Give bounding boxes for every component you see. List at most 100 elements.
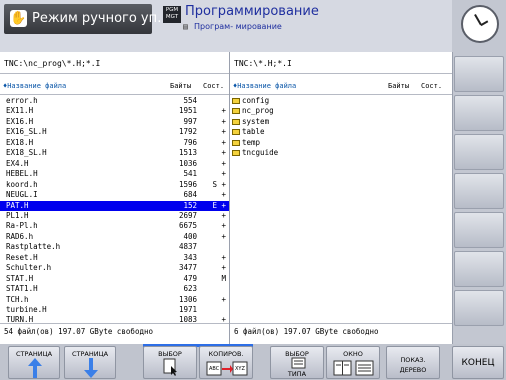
file-row[interactable]: HEBEL.H 541 + — [0, 169, 229, 179]
folder-icon — [232, 98, 240, 104]
file-size: 4837 — [178, 242, 197, 252]
file-row[interactable]: NEUGL.I 684 + — [0, 190, 229, 200]
file-name: NEUGL.I — [6, 190, 38, 200]
end-softkey[interactable]: КОНЕЦ — [452, 346, 504, 379]
file-row[interactable]: STAT.H 479 M — [0, 274, 229, 284]
left-col-name-header[interactable]: ♦Название файла — [3, 82, 66, 93]
clock-icon — [461, 5, 499, 43]
divider — [0, 323, 229, 324]
file-name: HEBEL.H — [6, 169, 38, 179]
file-size: 541 — [183, 169, 197, 179]
file-name: Rastplatte.h — [6, 242, 61, 252]
file-size: 554 — [183, 96, 197, 105]
file-size: 1306 — [178, 294, 197, 304]
dir-name: table — [242, 127, 265, 137]
dir-row[interactable]: nc_prog — [232, 106, 450, 116]
page-up-softkey[interactable]: СТРАНИЦА — [8, 346, 60, 379]
select-file-icon — [163, 358, 177, 376]
window-icon — [333, 360, 374, 376]
vertical-softkey-3[interactable] — [454, 134, 504, 170]
file-name: EX16.H — [6, 116, 34, 126]
select-type-icon — [291, 357, 306, 369]
file-state: S + — [212, 179, 226, 189]
file-row[interactable]: EX16.H 997 + — [0, 117, 229, 127]
dir-row[interactable]: temp — [232, 138, 450, 148]
file-state: + — [221, 158, 226, 168]
dir-row[interactable]: table — [232, 127, 450, 137]
file-state: + — [221, 116, 226, 126]
file-row[interactable]: turbine.H 1971 — [0, 305, 229, 315]
file-row[interactable]: EX4.H 1036 + — [0, 159, 229, 169]
file-state: E + — [212, 200, 226, 210]
page-down-softkey[interactable]: СТРАНИЦА — [64, 346, 116, 379]
right-col-bytes-header[interactable]: Байты — [388, 82, 409, 93]
file-row[interactable]: TURN.H 1083 + — [0, 315, 229, 325]
left-col-bytes-header[interactable]: Байты — [170, 82, 191, 93]
file-row[interactable]: koord.h 1596 S + — [0, 180, 229, 190]
softkey-label: ВЫБОР — [158, 350, 182, 358]
file-name: RAD6.h — [6, 231, 34, 241]
vertical-softkey-7[interactable] — [454, 290, 504, 326]
file-row[interactable]: Schulter.h 3477 + — [0, 263, 229, 273]
file-row[interactable]: STAT1.H 623 — [0, 284, 229, 294]
vertical-softkey-1[interactable] — [454, 56, 504, 92]
file-name: EX11.H — [6, 106, 34, 116]
show-tree-softkey[interactable]: ПОКАЗ. ДЕРЕВО — [386, 346, 440, 379]
copy-softkey[interactable]: КОПИРОВ. ABC XYZ — [199, 346, 253, 379]
dir-row[interactable]: tncguide — [232, 148, 450, 158]
dir-name: nc_prog — [242, 106, 274, 116]
file-row[interactable]: RAD6.h 400 + — [0, 232, 229, 242]
file-size: 997 — [183, 116, 197, 126]
programming-mode-title[interactable]: Программирование — [185, 4, 319, 19]
file-size: 1083 — [178, 315, 197, 325]
select-softkey[interactable]: ВЫБОР — [143, 346, 197, 379]
file-name: Schulter.h — [6, 263, 52, 273]
file-row[interactable]: EX18_SL.H 1513 + — [0, 148, 229, 158]
vertical-softkey-2[interactable] — [454, 95, 504, 131]
pgm-mgt-icon: PGM MGT — [163, 6, 181, 23]
left-status: 54 файл(ов) 197.07 GByte свободно — [4, 327, 154, 336]
file-row[interactable]: Ra-Pl.h 6675 + — [0, 221, 229, 231]
vertical-softkey-5[interactable] — [454, 212, 504, 248]
dir-row[interactable]: system — [232, 117, 450, 127]
file-state: + — [221, 252, 226, 262]
left-col-state-header[interactable]: Сост. — [203, 82, 224, 93]
file-state: + — [221, 231, 226, 241]
vertical-softkey-6[interactable] — [454, 251, 504, 287]
file-row[interactable]: TCH.h 1306 + — [0, 295, 229, 305]
copy-source-label: ABC — [209, 366, 220, 372]
file-size: 796 — [183, 137, 197, 147]
file-row[interactable]: EX18.H 796 + — [0, 138, 229, 148]
file-size: 479 — [183, 273, 197, 283]
right-col-name-header[interactable]: ♦Название файла — [233, 82, 296, 93]
file-row[interactable]: EX11.H 1951 + — [0, 106, 229, 116]
file-size: 623 — [183, 284, 197, 294]
select-type-softkey[interactable]: ВЫБОР ТИПА — [270, 346, 324, 379]
vertical-softkey-4[interactable] — [454, 173, 504, 209]
window-softkey[interactable]: ОКНО — [326, 346, 380, 379]
file-size: 152 — [183, 200, 197, 210]
dir-name: config — [242, 96, 270, 105]
file-row[interactable]: Rastplatte.h 4837 — [0, 242, 229, 252]
file-row[interactable]: Reset.H 343 + — [0, 253, 229, 263]
file-name: STAT.H — [6, 273, 34, 283]
softkey-label-2: ДЕРЕВО — [399, 366, 427, 374]
file-row[interactable]: EX16_SL.H 1792 + — [0, 127, 229, 137]
divider — [0, 73, 229, 74]
folder-icon — [232, 150, 240, 157]
dir-row[interactable]: config — [232, 96, 450, 106]
file-state: + — [221, 221, 226, 231]
file-size: 400 — [183, 231, 197, 241]
file-row[interactable]: error.h 554 — [0, 96, 229, 106]
file-size: 1951 — [178, 106, 197, 116]
file-size: 1036 — [178, 158, 197, 168]
file-row[interactable]: PL1.H 2697 + — [0, 211, 229, 221]
right-path: TNC:\*.H;*.I — [234, 59, 292, 68]
file-state: + — [221, 169, 226, 179]
machine-mode-tab[interactable]: ✋ Режим ручного уп… — [4, 4, 170, 34]
file-name: EX18.H — [6, 137, 34, 147]
right-col-state-header[interactable]: Сост. — [421, 82, 442, 93]
divider — [230, 323, 452, 324]
file-row[interactable]: PAT.H 152 E + — [0, 200, 229, 211]
dir-name: temp — [242, 137, 261, 147]
